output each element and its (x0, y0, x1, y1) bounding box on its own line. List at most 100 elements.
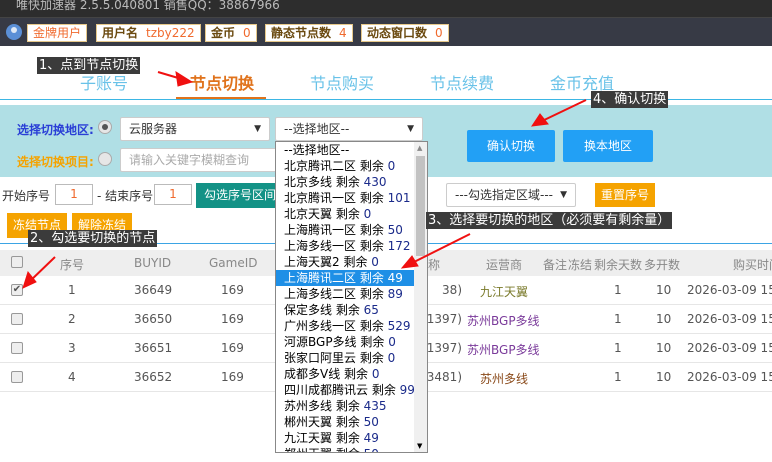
cell-buyid: 36649 (134, 283, 173, 297)
option-remaining: 49 (387, 271, 403, 285)
cell-name: (3481) (422, 370, 462, 384)
reset-seq-button[interactable]: 重置序号 (595, 183, 655, 207)
option-label: 郑州天翼 剩余 (284, 447, 364, 452)
region-dropdown-list[interactable]: --选择地区-- 北京腾讯二区 剩余 0 北京多线 剩余 430 北京腾讯一区 剩余 … (275, 141, 428, 453)
step-2-note: 2、勾选要切换的节点 (28, 230, 158, 247)
dropdown-option[interactable]: 上海腾讯二区 剩余 49 (276, 270, 427, 286)
option-label: 北京多线 剩余 (284, 175, 364, 189)
cell-name: 1397) (426, 312, 462, 326)
cell-buyid: 36652 (134, 370, 173, 384)
scroll-down-icon[interactable]: ▼ (417, 442, 422, 450)
row-checkbox[interactable] (11, 371, 23, 383)
select-all-checkbox[interactable] (11, 256, 23, 268)
username-label: 用户名 (102, 26, 139, 40)
area-select[interactable]: ---勾选指定区域--- ▼ (446, 183, 576, 207)
end-seq-label: - 结束序号 (97, 189, 154, 203)
dropdown-option[interactable]: 上海多线二区 剩余 89 (276, 286, 427, 302)
option-label: 上海多线二区 剩余 (284, 287, 388, 301)
coins-label: 金币 (211, 26, 236, 40)
option-label: 上海腾讯二区 剩余 (284, 271, 388, 285)
dropdown-option[interactable]: 张家口阿里云 剩余 0 (276, 350, 427, 366)
start-seq-input[interactable]: 1 (55, 184, 93, 205)
username-value: tzby222 (146, 26, 195, 40)
region-select-value: --选择地区-- (284, 122, 350, 136)
col-gameid: GameID (209, 256, 258, 270)
cell-seq: 2 (68, 312, 76, 326)
confirm-switch-button[interactable]: 确认切换 (467, 130, 555, 162)
info-bar: 金牌用户 用户名 tzby222 金币 0 静态节点数 4 动态窗口数 0 (0, 18, 772, 46)
dynamic-windows-value: 0 (435, 26, 443, 40)
dynamic-windows-label: 动态窗口数 (367, 26, 428, 40)
dropdown-option[interactable]: 郑州天翼 剩余 50 (276, 446, 427, 452)
scrollbar-thumb[interactable] (416, 156, 425, 256)
cell-gameid: 169 (221, 370, 244, 384)
dropdown-option[interactable]: 北京腾讯二区 剩余 0 (276, 158, 427, 174)
option-remaining: 529 (387, 319, 411, 333)
dropdown-option[interactable]: 北京多线 剩余 430 (276, 174, 427, 190)
coins-chip: 金币 0 (205, 24, 257, 42)
region-radio[interactable] (98, 120, 112, 134)
option-remaining: 50 (363, 415, 379, 429)
dropdown-option[interactable]: 上海腾讯一区 剩余 50 (276, 222, 427, 238)
row-checkbox[interactable]: ✔ (11, 284, 23, 296)
dropdown-option[interactable]: 四川成都腾讯云 剩余 99 (276, 382, 427, 398)
static-nodes-label: 静态节点数 (271, 26, 332, 40)
option-remaining: 435 (363, 399, 387, 413)
option-remaining: 0 (371, 367, 380, 381)
option-remaining: 89 (387, 287, 403, 301)
dropdown-option[interactable]: --选择地区-- (276, 142, 427, 158)
col-days: 剩余天数 (594, 258, 643, 272)
cell-isp: 苏州多线 (480, 372, 529, 386)
dropdown-scrollbar[interactable]: ▲ ▼ (414, 142, 427, 452)
cell-gameid: 169 (221, 341, 244, 355)
dropdown-option[interactable]: 郴州天翼 剩余 50 (276, 414, 427, 430)
option-label: 北京腾讯一区 剩余 (284, 191, 388, 205)
option-label: 苏州多线 剩余 (284, 399, 364, 413)
dropdown-option[interactable]: 河源BGP多线 剩余 0 (276, 334, 427, 350)
option-label: --选择地区-- (284, 143, 350, 157)
row-checkbox[interactable] (11, 313, 23, 325)
dropdown-option[interactable]: 上海天翼2 剩余 0 (276, 254, 427, 270)
dropdown-option[interactable]: 保定多线 剩余 65 (276, 302, 427, 318)
option-label: 上海腾讯一区 剩余 (284, 223, 388, 237)
region-type-select[interactable]: 云服务器 ▼ (120, 117, 270, 141)
option-label: 北京腾讯二区 剩余 (284, 159, 388, 173)
dropdown-option[interactable]: 广州多线一区 剩余 529 (276, 318, 427, 334)
option-remaining: 0 (363, 207, 372, 221)
dropdown-option[interactable]: 上海多线一区 剩余 172 (276, 238, 427, 254)
cell-multi: 10 (656, 312, 672, 326)
cell-isp: 苏州BGP多线 (467, 343, 540, 357)
scroll-up-icon[interactable]: ▲ (417, 144, 422, 152)
area-select-value: ---勾选指定区域--- (455, 188, 553, 202)
cell-time: 2026-03-09 15: (687, 341, 772, 355)
dropdown-option[interactable]: 成都多V线 剩余 0 (276, 366, 427, 382)
dropdown-option[interactable]: 苏州多线 剩余 435 (276, 398, 427, 414)
select-range-button[interactable]: 勾选序号区间 (196, 183, 286, 208)
option-remaining: 0 (387, 351, 396, 365)
user-avatar-icon (6, 24, 22, 40)
option-label: 北京天翼 剩余 (284, 207, 364, 221)
option-label: 成都多V线 剩余 (284, 367, 372, 381)
tab-node-purchase[interactable]: 节点购买 (310, 70, 374, 94)
tab-node-switch[interactable]: 节点切换 (190, 70, 254, 94)
project-search-input[interactable]: 请输入关键字模糊查询 (120, 148, 280, 172)
end-seq-input[interactable]: 1 (154, 184, 192, 205)
col-buyid: BUYID (134, 256, 172, 270)
dropdown-option[interactable]: 北京腾讯一区 剩余 101 (276, 190, 427, 206)
project-radio[interactable] (98, 152, 112, 166)
cell-days: 1 (614, 341, 622, 355)
chevron-down-icon: ▼ (560, 190, 567, 200)
option-remaining: 0 (387, 159, 396, 173)
cell-days: 1 (614, 312, 622, 326)
option-remaining: 50 (387, 223, 403, 237)
row-checkbox[interactable] (11, 342, 23, 354)
tab-node-renew[interactable]: 节点续费 (430, 70, 494, 94)
cell-seq: 1 (68, 283, 76, 297)
change-region-button[interactable]: 换本地区 (563, 130, 653, 162)
dropdown-option[interactable]: 北京天翼 剩余 0 (276, 206, 427, 222)
cell-time: 2026-03-09 15: (687, 312, 772, 326)
dropdown-option[interactable]: 九江天翼 剩余 49 (276, 430, 427, 446)
option-label: 张家口阿里云 剩余 (284, 351, 388, 365)
region-select[interactable]: --选择地区-- ▼ (275, 117, 423, 141)
cell-seq: 4 (68, 370, 76, 384)
